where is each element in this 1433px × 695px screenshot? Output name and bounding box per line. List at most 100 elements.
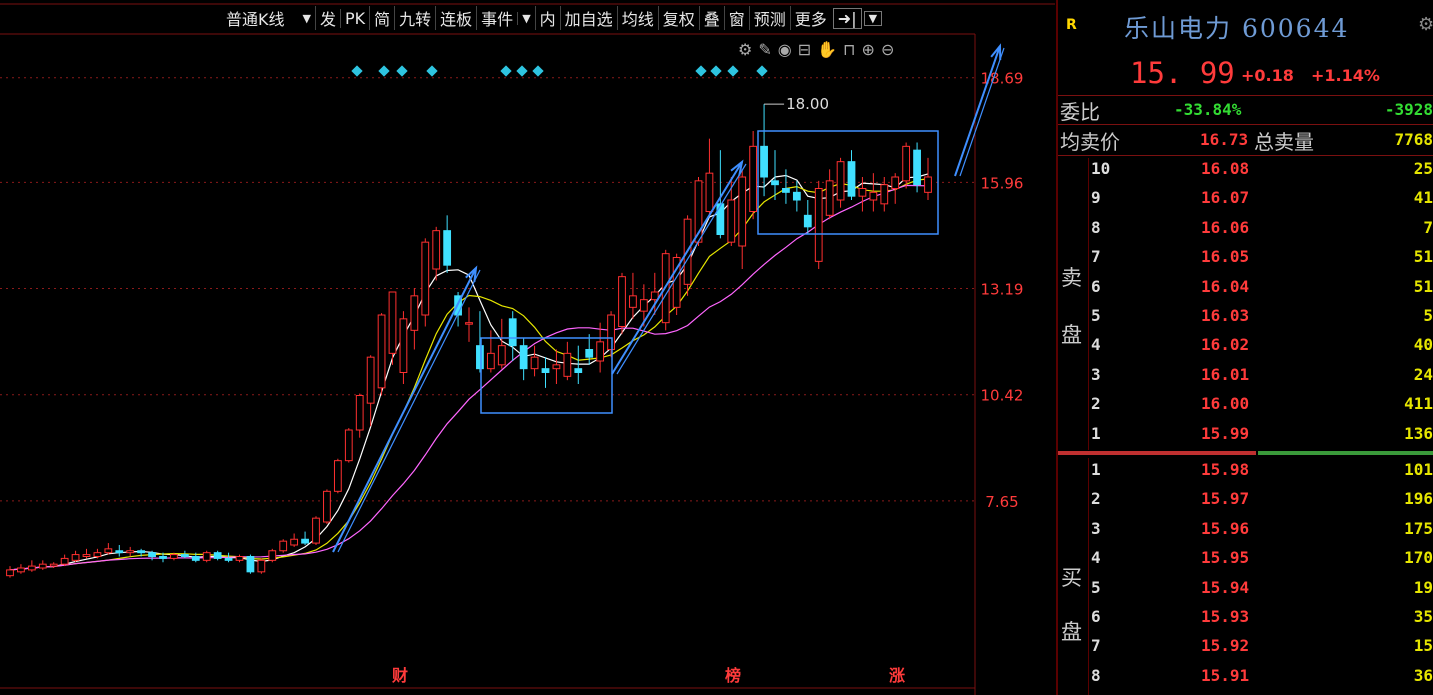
sell-row[interactable]: 2 16.00 411 — [1088, 394, 1433, 423]
sell-price: 16.04 — [1201, 276, 1250, 296]
sell-level: 7 — [1091, 247, 1101, 267]
buy-volume: 175 — [1404, 518, 1433, 538]
kline-type-select[interactable]: 普通K线 — [222, 6, 299, 30]
settings-icon[interactable]: ⚙ — [738, 40, 752, 59]
gear-icon[interactable]: ⚙ — [1418, 14, 1433, 35]
buy-row[interactable]: 1 15.98 101 — [1088, 460, 1433, 489]
toolbar-item-ma[interactable]: 均线 — [616, 6, 658, 30]
candle-body — [312, 517, 320, 544]
buy-row[interactable]: 5 15.94 19 — [1088, 578, 1433, 607]
kline-chart[interactable]: 7.6510.4213.1915.9618.6918.00财榜涨 — [0, 0, 1055, 695]
chart-toolbar: 普通K线 ▼ 发 PK 简 九转 连板 事件 ▼ 内 加自选 均线 复权 叠 窗… — [222, 6, 883, 30]
sell-price: 16.07 — [1201, 188, 1250, 208]
toolbar-item-fa[interactable]: 发 — [314, 6, 340, 30]
candle-body — [891, 176, 900, 189]
lock-open-icon[interactable]: ⊟ — [798, 40, 811, 59]
candle-body — [344, 429, 353, 462]
y-tick-label: 13.19 — [981, 281, 1024, 299]
sell-price: 16.02 — [1201, 335, 1250, 355]
candle-body — [6, 569, 14, 577]
sell-row[interactable]: 1 15.99 136 — [1088, 424, 1433, 453]
candle-body — [639, 299, 648, 312]
chevron-down-icon[interactable]: ▼ — [863, 10, 883, 26]
toolbar-item-nei[interactable]: 内 — [534, 6, 560, 30]
buy-price: 15.96 — [1201, 518, 1250, 538]
candle-body — [191, 556, 200, 561]
toolbar-item-lianban[interactable]: 连板 — [435, 6, 476, 30]
divider — [1058, 95, 1433, 96]
candle-body — [137, 550, 146, 554]
weibi-pct: -33.84% — [1174, 100, 1242, 119]
toolbar-item-overlay[interactable]: 叠 — [698, 6, 724, 30]
event-diamond — [710, 65, 722, 77]
trend-arrow-line — [954, 45, 1001, 177]
buy-row[interactable]: 2 15.97 196 — [1088, 489, 1433, 518]
collapse-panel-icon[interactable]: ➜| — [832, 7, 862, 29]
stock-title: 乐山电力 600644 — [1124, 9, 1349, 45]
sell-row[interactable]: 4 16.02 40 — [1088, 335, 1433, 364]
buy-volume: 170 — [1404, 548, 1433, 568]
hand-icon[interactable]: ✋ — [817, 40, 837, 59]
sell-volume: 51 — [1413, 247, 1433, 267]
lock-icon[interactable]: ⊓ — [843, 40, 855, 59]
toolbar-item-more[interactable]: 更多 — [789, 6, 831, 30]
candle-body — [563, 352, 572, 377]
zoom-in-icon[interactable]: ⊕ — [862, 40, 875, 59]
event-diamond — [378, 65, 390, 77]
sell-price: 16.05 — [1201, 247, 1250, 267]
candle-body — [17, 567, 25, 573]
candle-body — [585, 349, 594, 358]
buy-row[interactable]: 7 15.92 15 — [1088, 636, 1433, 665]
sell-row[interactable]: 10 16.08 25 — [1088, 159, 1433, 188]
zoom-out-icon[interactable]: ⊖ — [881, 40, 894, 59]
sell-row[interactable]: 3 16.01 24 — [1088, 365, 1433, 394]
buy-price: 15.94 — [1201, 577, 1250, 597]
event-diamond — [396, 65, 408, 77]
event-diamond — [426, 65, 438, 77]
candle-body — [716, 203, 725, 235]
buy-strength-bar — [1258, 451, 1433, 455]
y-tick-label: 15.96 — [981, 174, 1024, 192]
toolbar-item-window[interactable]: 窗 — [723, 6, 749, 30]
toolbar-item-add-watchlist[interactable]: 加自选 — [559, 6, 617, 30]
eye-icon[interactable]: ◉ — [778, 40, 792, 59]
chevron-down-icon[interactable]: ▼ — [299, 12, 315, 25]
candle-body — [541, 368, 550, 373]
draw-icon[interactable]: ✎ — [758, 40, 771, 59]
buy-volume: 101 — [1404, 460, 1433, 479]
event-diamond — [695, 65, 707, 77]
total-sell-vol: 7768 — [1394, 130, 1433, 149]
sell-row[interactable]: 5 16.03 5 — [1088, 306, 1433, 335]
buy-row[interactable]: 6 15.93 35 — [1088, 607, 1433, 636]
buy-volume: 19 — [1413, 577, 1433, 597]
sell-side-label-2: 盘 — [1061, 323, 1082, 347]
candle-body — [869, 191, 878, 201]
kline-chart-area[interactable]: 7.65 10.42 13.19 15.96 18.69 18.00 财榜涨 普通K线 ▼ … — [0, 0, 1055, 695]
stock-code: 600644 — [1241, 14, 1350, 43]
toolbar-item-adjust[interactable]: 复权 — [657, 6, 699, 30]
buy-row[interactable]: 3 15.96 175 — [1088, 519, 1433, 548]
trend-arrow-head — [730, 159, 744, 176]
candle-body — [115, 550, 124, 554]
sell-volume: 51 — [1413, 276, 1433, 296]
sell-row[interactable]: 8 16.06 7 — [1088, 218, 1433, 247]
buy-level: 2 — [1091, 489, 1101, 509]
candle-body — [486, 352, 495, 370]
toolbar-item-forecast[interactable]: 预测 — [748, 6, 790, 30]
price-change: +0.18 — [1241, 66, 1294, 85]
toolbar-item-pk[interactable]: PK — [339, 8, 369, 28]
buy-row[interactable]: 4 15.95 170 — [1088, 548, 1433, 577]
toolbar-item-shijian[interactable]: 事件 — [476, 6, 517, 30]
sell-row[interactable]: 7 16.05 51 — [1088, 247, 1433, 276]
candle-body — [749, 145, 758, 212]
candle-body — [224, 557, 233, 561]
sell-row[interactable]: 9 16.07 41 — [1088, 188, 1433, 217]
toolbar-item-jian[interactable]: 简 — [369, 6, 394, 30]
chevron-down-icon[interactable]: ▼ — [517, 11, 534, 25]
toolbar-item-jiuzhuan[interactable]: 九转 — [394, 6, 435, 30]
trend-arrow-line — [611, 161, 743, 375]
sell-row[interactable]: 6 16.04 51 — [1088, 277, 1433, 306]
sell-level: 8 — [1091, 217, 1101, 237]
buy-row[interactable]: 8 15.91 36 — [1088, 666, 1433, 695]
weibi-label: 委比 — [1060, 100, 1100, 124]
